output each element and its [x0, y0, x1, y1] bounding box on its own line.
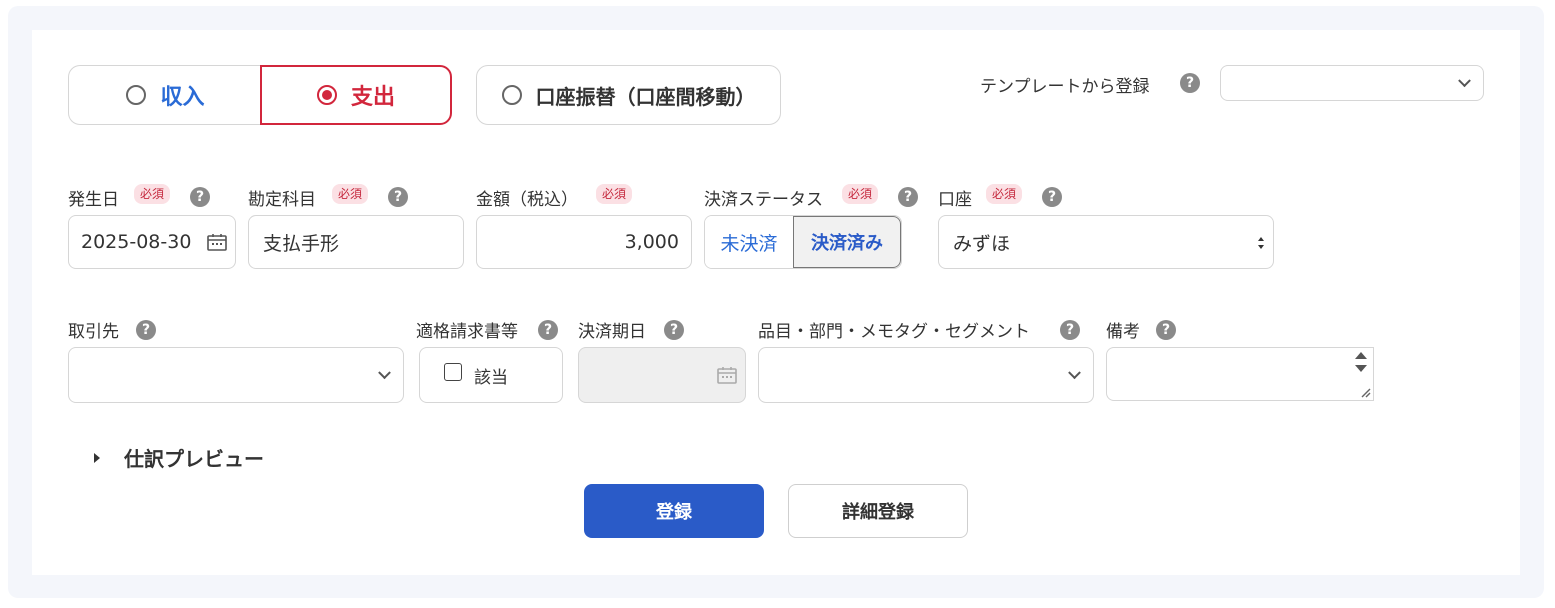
resize-handle-icon[interactable] — [1359, 386, 1371, 398]
invoice-help-icon[interactable]: ? — [538, 320, 558, 340]
account-item-help-icon[interactable]: ? — [388, 187, 408, 207]
invoice-checkbox-label: 該当 — [474, 367, 508, 388]
status-paid-label: 決済済み — [811, 233, 883, 254]
status-paid-button[interactable]: 決済済み — [793, 216, 901, 268]
status-help-icon[interactable]: ? — [898, 187, 918, 207]
calendar-icon[interactable] — [207, 233, 227, 251]
journal-preview-label: 仕訳プレビュー — [124, 447, 264, 471]
income-label: 収入 — [160, 85, 205, 110]
wallet-required-badge: 必須 — [986, 184, 1023, 204]
memo-textarea[interactable] — [1106, 347, 1374, 401]
due-date-help-icon[interactable]: ? — [664, 320, 684, 340]
wallet-label: 口座 — [938, 190, 972, 210]
account-item-value: 支払手形 — [263, 232, 340, 255]
memo-help-icon[interactable]: ? — [1156, 320, 1176, 340]
due-date-input[interactable] — [578, 347, 746, 403]
account-item-label: 勘定科目 — [248, 190, 316, 210]
invoice-checkbox-field[interactable]: 該当 — [419, 347, 563, 403]
date-label: 発生日 — [68, 190, 119, 210]
status-label: 決済ステータス — [704, 190, 823, 210]
detail-register-button-label: 詳細登録 — [842, 502, 914, 523]
income-toggle[interactable]: 収入 — [68, 65, 262, 125]
wallet-select[interactable]: みずほ — [938, 215, 1274, 269]
chevron-down-icon — [1458, 74, 1471, 88]
invoice-checkbox[interactable] — [444, 363, 462, 381]
account-item-input[interactable]: 支払手形 — [248, 215, 464, 269]
expense-label: 支出 — [350, 85, 395, 110]
amount-value: 3,000 — [624, 231, 679, 253]
tags-help-icon[interactable]: ? — [1060, 320, 1080, 340]
template-label: テンプレートから登録 — [980, 77, 1150, 97]
amount-input[interactable]: 3,000 — [476, 215, 692, 269]
memo-label: 備考 — [1106, 322, 1140, 342]
transfer-radio[interactable] — [501, 85, 522, 105]
invoice-label: 適格請求書等 — [416, 322, 518, 342]
caret-right-icon — [94, 452, 100, 463]
partner-label: 取引先 — [68, 322, 119, 342]
amount-required-badge: 必須 — [596, 184, 633, 204]
status-toggle: 未決済 決済済み — [704, 215, 902, 269]
partner-select[interactable] — [68, 347, 404, 403]
spinner-arrows-icon[interactable] — [1353, 350, 1369, 374]
template-help-icon[interactable]: ? — [1180, 73, 1200, 93]
income-radio[interactable] — [126, 85, 147, 105]
status-required-badge: 必須 — [842, 184, 879, 204]
detail-register-button[interactable]: 詳細登録 — [788, 484, 968, 538]
partner-help-icon[interactable]: ? — [136, 320, 156, 340]
tags-label: 品目・部門・メモタグ・セグメント — [758, 322, 1030, 342]
date-input[interactable]: 2025-08-30 — [68, 215, 236, 269]
status-unpaid-button[interactable]: 未決済 — [705, 216, 793, 268]
wallet-value: みずほ — [953, 232, 1011, 255]
calendar-icon[interactable] — [717, 366, 737, 384]
wallet-help-icon[interactable]: ? — [1042, 187, 1062, 207]
template-select[interactable] — [1220, 65, 1484, 101]
status-unpaid-label: 未決済 — [720, 232, 778, 255]
due-date-label: 決済期日 — [578, 322, 646, 342]
date-value: 2025-08-30 — [81, 231, 192, 253]
updown-arrow-icon — [1258, 237, 1264, 249]
expense-radio[interactable] — [316, 85, 337, 105]
journal-preview-toggle[interactable]: 仕訳プレビュー — [92, 443, 264, 472]
chevron-down-icon — [1068, 366, 1081, 380]
transfer-label: 口座振替（口座間移動） — [535, 84, 756, 109]
account-item-required-badge: 必須 — [332, 184, 369, 204]
amount-label: 金額（税込） — [476, 190, 578, 210]
date-required-badge: 必須 — [134, 184, 171, 204]
transfer-toggle[interactable]: 口座振替（口座間移動） — [476, 65, 781, 125]
tags-select[interactable] — [758, 347, 1094, 403]
expense-toggle[interactable]: 支出 — [260, 65, 452, 125]
chevron-down-icon — [378, 366, 391, 380]
date-help-icon[interactable]: ? — [190, 187, 210, 207]
register-button[interactable]: 登録 — [584, 484, 764, 538]
register-button-label: 登録 — [656, 502, 692, 523]
